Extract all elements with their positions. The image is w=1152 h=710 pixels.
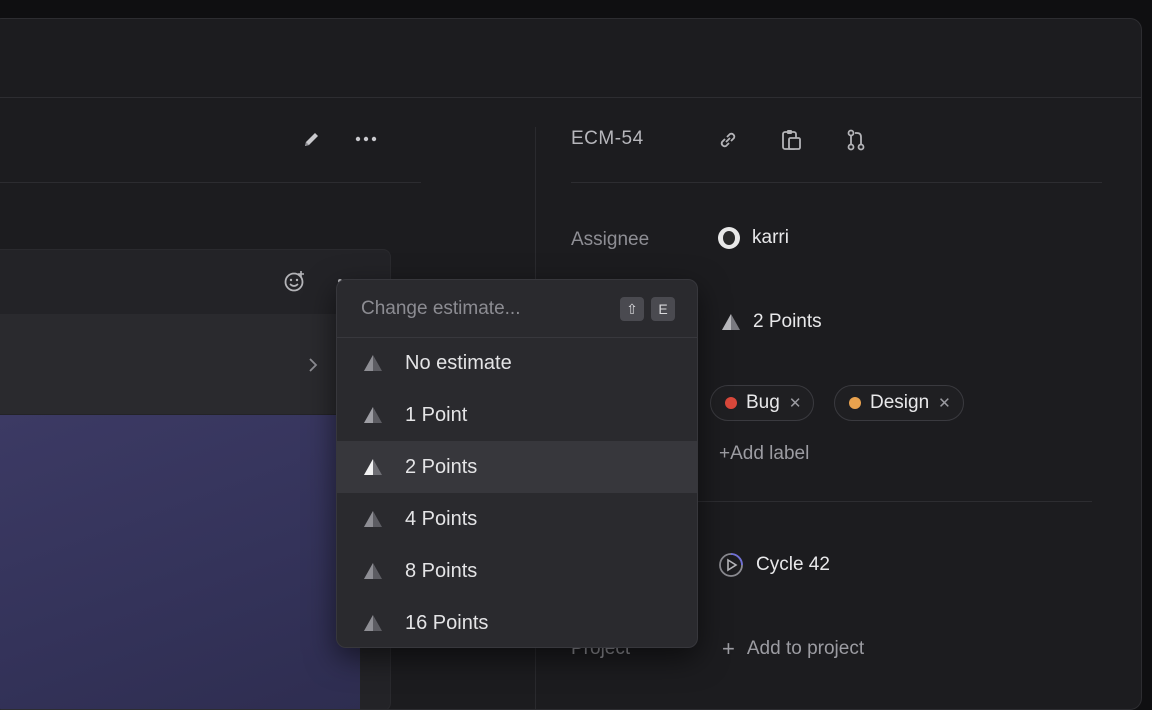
- estimate-option[interactable]: 4 Points: [337, 493, 697, 545]
- chevron-right-icon: [309, 358, 318, 372]
- add-to-project-button[interactable]: + Add to project: [722, 636, 864, 662]
- triangle-estimate-icon: [361, 458, 385, 476]
- estimate-value[interactable]: 2 Points: [721, 311, 822, 333]
- assignee-value[interactable]: karri: [718, 227, 789, 249]
- more-horizontal-icon[interactable]: [355, 128, 377, 150]
- shift-key-hint: ⇧: [620, 297, 644, 321]
- e-key-hint: E: [651, 297, 675, 321]
- label-color-dot: [725, 397, 737, 409]
- triangle-estimate-icon: [361, 562, 385, 580]
- cycle-value[interactable]: Cycle 42: [718, 552, 830, 578]
- add-reaction-icon[interactable]: [284, 270, 306, 292]
- remove-label-icon[interactable]: ✕: [938, 394, 951, 412]
- issue-id: ECM-54: [571, 128, 644, 149]
- plus-icon: +: [722, 636, 735, 661]
- pencil-icon[interactable]: [301, 128, 323, 150]
- header-divider: [0, 182, 421, 183]
- add-label-button[interactable]: +Add label: [719, 443, 809, 465]
- cycle-text: Cycle 42: [756, 554, 830, 575]
- estimate-search-input[interactable]: [359, 293, 603, 325]
- option-label: 2 Points: [405, 455, 478, 478]
- git-branch-icon[interactable]: [845, 129, 867, 151]
- comment-card: [0, 249, 391, 709]
- estimate-menu: ⇧ E No estimate 1 Point 2 Points 4 Point…: [336, 279, 698, 648]
- estimate-option[interactable]: 16 Points: [337, 597, 697, 647]
- copy-clipboard-icon[interactable]: [781, 129, 803, 151]
- label-color-dot: [849, 397, 861, 409]
- label-name: Bug: [746, 392, 780, 413]
- option-label: 16 Points: [405, 611, 489, 634]
- option-label: 4 Points: [405, 507, 478, 530]
- triangle-estimate-icon: [722, 314, 740, 330]
- title-bar: [0, 19, 1141, 98]
- remove-label-icon[interactable]: ✕: [789, 394, 802, 412]
- assignee-name: karri: [752, 227, 789, 248]
- option-label: 8 Points: [405, 559, 478, 582]
- add-to-project-text: Add to project: [746, 638, 865, 659]
- triangle-estimate-icon: [361, 406, 385, 424]
- label-chip-design[interactable]: Design ✕: [834, 385, 964, 421]
- attachment-row[interactable]: [0, 314, 390, 414]
- estimate-text: 2 Points: [753, 311, 822, 332]
- label-name: Design: [870, 392, 930, 413]
- estimate-option[interactable]: 1 Point: [337, 389, 697, 441]
- estimate-option[interactable]: No estimate: [337, 337, 697, 389]
- triangle-estimate-icon: [361, 614, 385, 632]
- cycle-icon: [719, 553, 743, 577]
- estimate-option[interactable]: 8 Points: [337, 545, 697, 597]
- triangle-estimate-icon: [361, 510, 385, 528]
- triangle-estimate-icon: [361, 354, 385, 372]
- estimate-option-selected[interactable]: 2 Points: [337, 441, 697, 493]
- option-label: No estimate: [405, 351, 512, 374]
- assignee-label: Assignee: [571, 229, 650, 250]
- avatar: [718, 227, 740, 249]
- panel-divider: [571, 182, 1102, 183]
- link-icon[interactable]: [717, 129, 739, 151]
- label-chip-bug[interactable]: Bug ✕: [710, 385, 815, 421]
- estimate-search: ⇧ E: [337, 280, 697, 338]
- option-label: 1 Point: [405, 403, 468, 426]
- attachment-image[interactable]: [0, 415, 360, 709]
